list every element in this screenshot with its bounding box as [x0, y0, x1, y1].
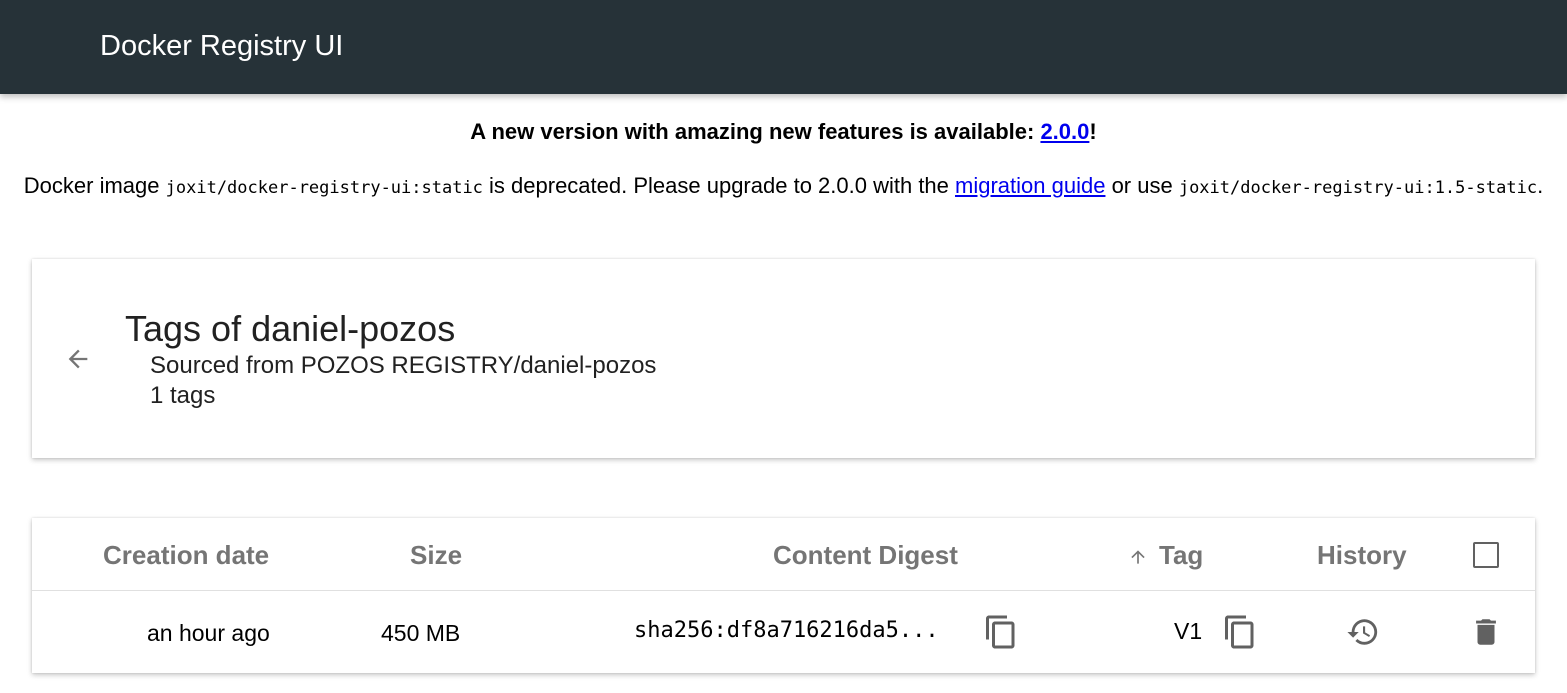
column-header-size[interactable]: Size — [410, 540, 462, 571]
page-title: Tags of daniel-pozos — [125, 308, 456, 349]
arrow-back-icon[interactable] — [64, 345, 92, 373]
history-icon[interactable] — [1345, 615, 1381, 649]
update-banner-text: A new version with amazing new features … — [470, 119, 1041, 144]
new-version-link[interactable]: 2.0.0 — [1040, 119, 1089, 144]
column-header-history[interactable]: History — [1317, 540, 1407, 571]
deprecated-image-name: joxit/docker-registry-ui:static — [165, 178, 483, 198]
deprecation-end: . — [1537, 173, 1544, 198]
app-title[interactable]: Docker Registry UI — [100, 30, 343, 63]
app-header: Docker Registry UI — [0, 0, 1567, 94]
update-banner: A new version with amazing new features … — [0, 119, 1567, 145]
column-header-creation-date[interactable]: Creation date — [103, 540, 269, 571]
select-all-checkbox[interactable] — [1473, 542, 1499, 568]
deprecation-middle: is deprecated. Please upgrade to 2.0.0 w… — [482, 173, 956, 198]
cell-tag: V1 — [1174, 618, 1203, 644]
tag-count: 1 tags — [150, 382, 216, 409]
deprecation-or: or use — [1105, 173, 1179, 198]
update-banner-suffix: ! — [1089, 119, 1097, 144]
migration-guide-link[interactable]: migration guide — [955, 173, 1105, 198]
column-header-content-digest[interactable]: Content Digest — [773, 540, 958, 571]
cell-size: 450 MB — [381, 620, 461, 646]
cell-content-digest: sha256:df8a716216da5... — [634, 618, 939, 643]
registry-source: Sourced from POZOS REGISTRY/daniel-pozos — [150, 352, 657, 379]
arrow-upward-icon[interactable] — [1128, 547, 1148, 567]
table-header-divider — [32, 590, 1535, 591]
cell-creation-date: an hour ago — [147, 620, 270, 646]
copy-digest-icon[interactable] — [983, 614, 1019, 650]
copy-tag-icon[interactable] — [1222, 614, 1258, 650]
deprecation-prefix: Docker image — [23, 173, 166, 198]
delete-icon[interactable] — [1469, 615, 1503, 649]
alternative-image-name: joxit/docker-registry-ui:1.5-static — [1178, 178, 1538, 198]
deprecation-notice: Docker image joxit/docker-registry-ui:st… — [0, 171, 1567, 203]
column-header-tag[interactable]: Tag — [1159, 540, 1203, 571]
